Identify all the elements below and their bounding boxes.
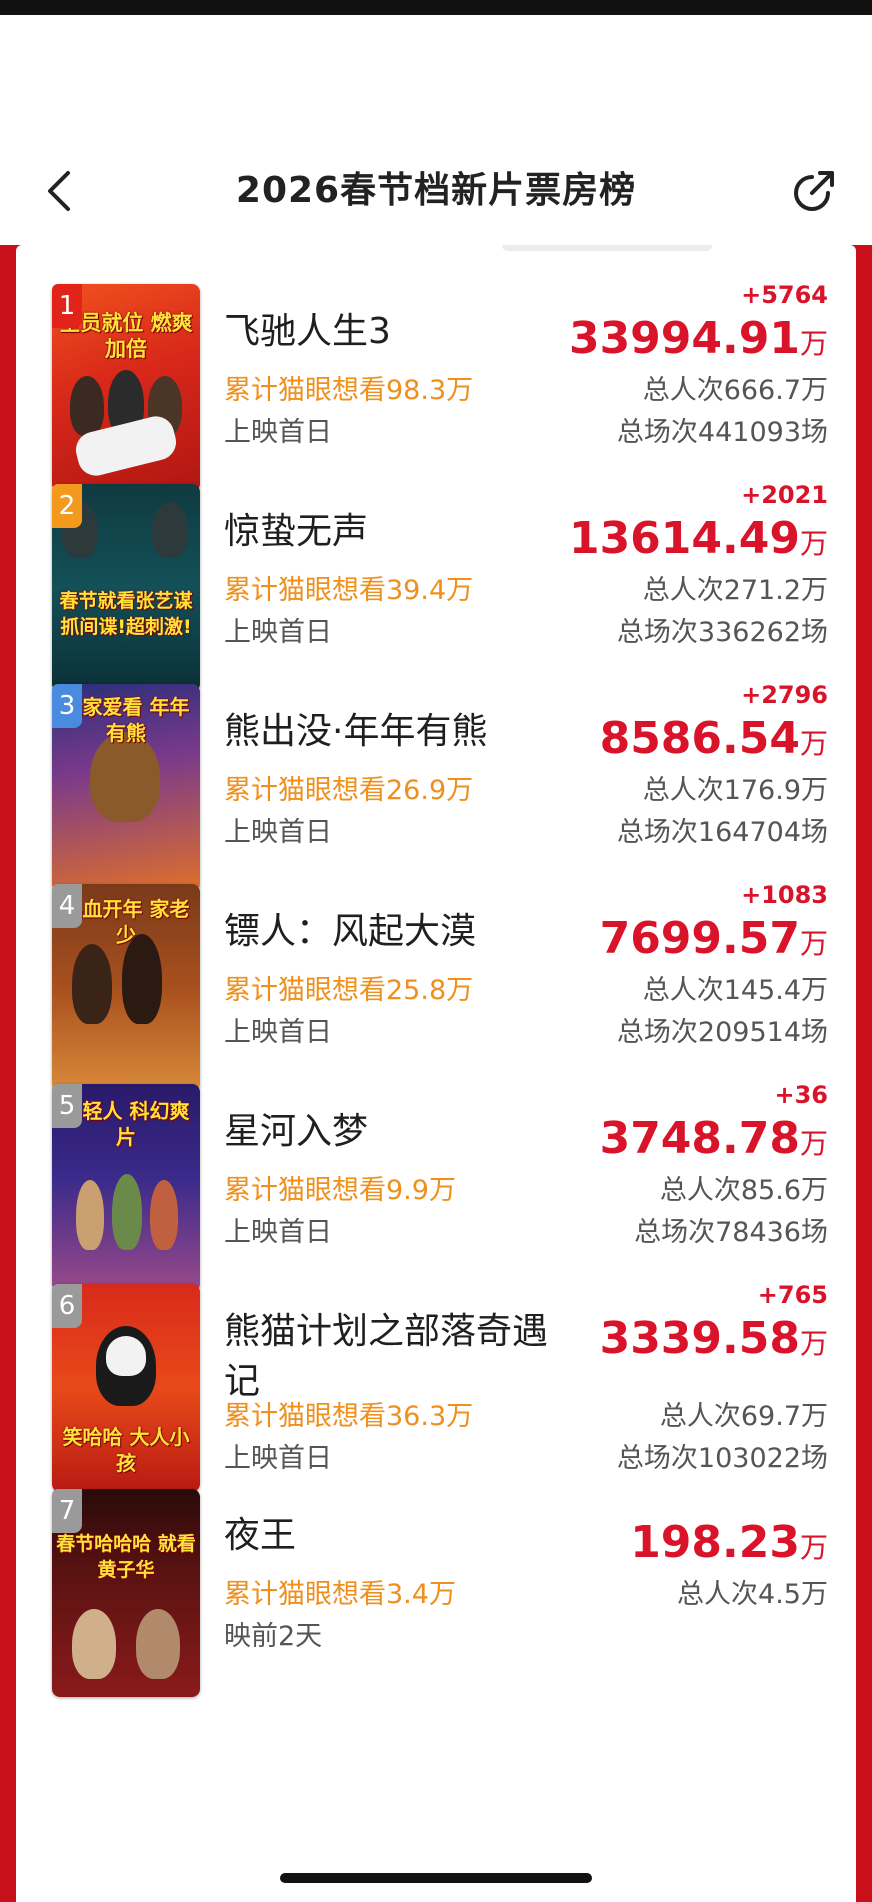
page-title: 2026春节档新片票房榜 [235, 170, 637, 211]
box-office: 33994.91万 [569, 309, 828, 374]
box-office-value: 3339.58 [599, 1313, 800, 1364]
box-office: 7699.57万 [600, 909, 828, 974]
box-office-delta: +2796 [741, 681, 828, 709]
movie-row[interactable]: 全员就位 燃爽加倍 1 飞驰人生3 累计猫眼想看98.3万 上映首日 +5764… [16, 245, 856, 492]
share-icon [794, 171, 834, 211]
box-office: 3748.78万 [600, 1109, 828, 1174]
box-office-unit: 万 [799, 1327, 828, 1360]
total-viewers: 总人次4.5万 [677, 1579, 828, 1610]
box-office-unit: 万 [799, 327, 828, 360]
wish-count: 累计猫眼想看98.3万 [224, 375, 474, 406]
movie-row[interactable]: 全家爱看 年年有熊 3 熊出没·年年有熊 累计猫眼想看26.9万 上映首日 +2… [16, 645, 856, 892]
total-viewers: 总人次176.9万 [642, 775, 828, 806]
box-office-unit: 万 [799, 927, 828, 960]
box-office-delta: +765 [757, 1281, 828, 1309]
movie-title: 夜王 [224, 1515, 297, 1556]
box-office-value: 7699.57 [599, 913, 800, 964]
home-indicator [280, 1873, 592, 1883]
movie-row[interactable]: 笑哈哈 大人小孩 6 熊猫计划之部落奇遇记 累计猫眼想看36.3万 上映首日 +… [16, 1245, 856, 1492]
wish-count: 累计猫眼想看26.9万 [224, 775, 474, 806]
box-office-value: 8586.54 [599, 713, 800, 764]
box-office: 198.23万 [630, 1513, 828, 1578]
movie-row[interactable]: 春节哈哈哈 就看黄子华 7 夜王 累计猫眼想看3.4万 映前2天 198.23万… [16, 1489, 856, 1902]
movie-title: 惊蛰无声 [224, 511, 369, 552]
share-button[interactable] [788, 165, 840, 217]
total-sessions: 总场次103022场 [616, 1443, 828, 1474]
rank-badge: 1 [52, 284, 82, 328]
poster-title: 春节就看张艺谋 抓间谍!超刺激! [59, 590, 193, 638]
box-office-value: 13614.49 [568, 513, 800, 564]
box-office-unit: 万 [799, 1531, 828, 1564]
movie-title: 熊猫计划之部落奇遇记 [224, 1311, 549, 1402]
box-office-unit: 万 [799, 527, 828, 560]
total-viewers: 总人次271.2万 [642, 575, 828, 606]
rank-badge: 2 [52, 484, 82, 528]
wish-count: 累计猫眼想看36.3万 [224, 1401, 474, 1432]
box-office-delta: +2021 [741, 481, 828, 509]
release-status: 上映首日 [224, 1443, 332, 1474]
movie-row[interactable]: 年轻人 科幻爽片 5 星河入梦 累计猫眼想看9.9万 上映首日 +36 3748… [16, 1045, 856, 1292]
wish-count: 累计猫眼想看25.8万 [224, 975, 474, 1006]
rank-badge: 6 [52, 1284, 82, 1328]
wish-count: 累计猫眼想看9.9万 [224, 1175, 456, 1206]
box-office-value: 3748.78 [599, 1113, 800, 1164]
status-bar [0, 0, 872, 15]
wish-count: 累计猫眼想看3.4万 [224, 1579, 456, 1610]
total-viewers: 总人次85.6万 [659, 1175, 828, 1206]
box-office-value: 198.23 [630, 1517, 800, 1568]
poster-title: 笑哈哈 大人小孩 [62, 1425, 190, 1475]
release-status: 映前2天 [224, 1621, 323, 1652]
box-office: 3339.58万 [600, 1309, 828, 1374]
box-office-value: 33994.91 [568, 313, 800, 364]
box-office-unit: 万 [799, 1127, 828, 1160]
ranking-list: 全员就位 燃爽加倍 1 飞驰人生3 累计猫眼想看98.3万 上映首日 +5764… [16, 245, 856, 1902]
movie-row[interactable]: 热血开年 家老少 4 镖人：风起大漠 累计猫眼想看25.8万 上映首日 +108… [16, 845, 856, 1092]
box-office-unit: 万 [799, 727, 828, 760]
box-office: 13614.49万 [569, 509, 828, 574]
rank-badge: 3 [52, 684, 82, 728]
box-office-delta: +36 [774, 1081, 828, 1109]
box-office-delta: +1083 [741, 881, 828, 909]
wish-count: 累计猫眼想看39.4万 [224, 575, 474, 606]
header: 2026春节档新片票房榜 [0, 15, 872, 245]
rank-badge: 5 [52, 1084, 82, 1128]
movie-row[interactable]: 春节就看张艺谋 抓间谍!超刺激! 2 惊蛰无声 累计猫眼想看39.4万 上映首日… [16, 445, 856, 692]
total-viewers: 总人次666.7万 [642, 375, 828, 406]
box-office: 8586.54万 [600, 709, 828, 774]
poster-title: 春节哈哈哈 就看黄子华 [56, 1533, 196, 1581]
total-viewers: 总人次145.4万 [642, 975, 828, 1006]
movie-title: 星河入梦 [224, 1111, 369, 1152]
box-office-delta: +5764 [741, 281, 828, 309]
movie-title: 飞驰人生3 [224, 311, 391, 352]
total-viewers: 总人次69.7万 [659, 1401, 828, 1432]
rank-badge: 7 [52, 1489, 82, 1533]
rank-badge: 4 [52, 884, 82, 928]
movie-title: 熊出没·年年有熊 [224, 711, 488, 752]
movie-title: 镖人：风起大漠 [224, 911, 477, 952]
